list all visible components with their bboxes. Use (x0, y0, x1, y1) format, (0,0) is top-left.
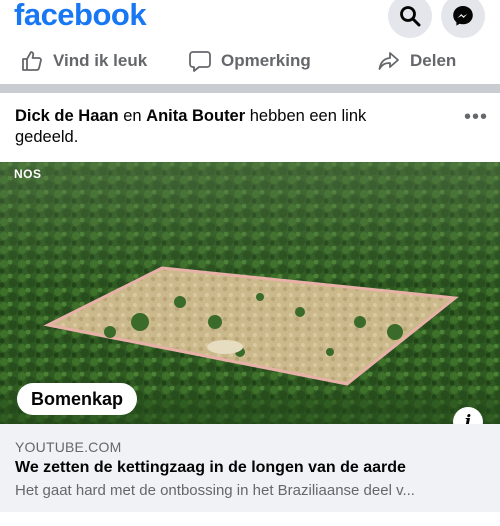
comment-button[interactable]: Opmerking (188, 44, 311, 78)
bottom-spacer (0, 512, 500, 526)
link-title[interactable]: We zetten de kettingzaag in de longen va… (15, 459, 406, 477)
post-header: Dick de Haan en Anita Bouter hebben een … (15, 106, 425, 148)
user-name-2[interactable]: Anita Bouter (146, 107, 245, 125)
like-label: Vind ik leuk (53, 51, 148, 70)
topic-tag[interactable]: Bomenkap (17, 383, 138, 415)
post-actions: Vind ik leuk Opmerking Delen (0, 44, 500, 80)
link-source: YOUTUBE.COM (15, 439, 122, 455)
user-name-1[interactable]: Dick de Haan (15, 107, 119, 125)
top-bar: facebook (0, 0, 500, 38)
share-button[interactable]: Delen (377, 44, 456, 78)
like-button[interactable]: Vind ik leuk (20, 44, 147, 78)
comment-icon (189, 51, 211, 72)
thumbs-up-icon (22, 51, 42, 71)
link-preview[interactable]: YOUTUBE.COM We zetten de kettingzaag in … (0, 424, 500, 526)
nos-watermark: NOS (14, 167, 42, 181)
facebook-logo[interactable]: facebook (14, 0, 147, 33)
share-icon (378, 52, 399, 70)
search-button[interactable] (388, 0, 432, 38)
comment-label: Opmerking (221, 51, 311, 70)
search-icon (400, 6, 421, 27)
link-description: Het gaat hard met de ontbossing in het B… (15, 482, 415, 499)
messenger-icon (453, 6, 473, 26)
connector-text: en (118, 107, 147, 125)
section-divider (0, 84, 500, 93)
messenger-button[interactable] (441, 0, 485, 38)
share-label: Delen (410, 51, 457, 70)
more-options-icon[interactable]: ••• (464, 107, 488, 127)
